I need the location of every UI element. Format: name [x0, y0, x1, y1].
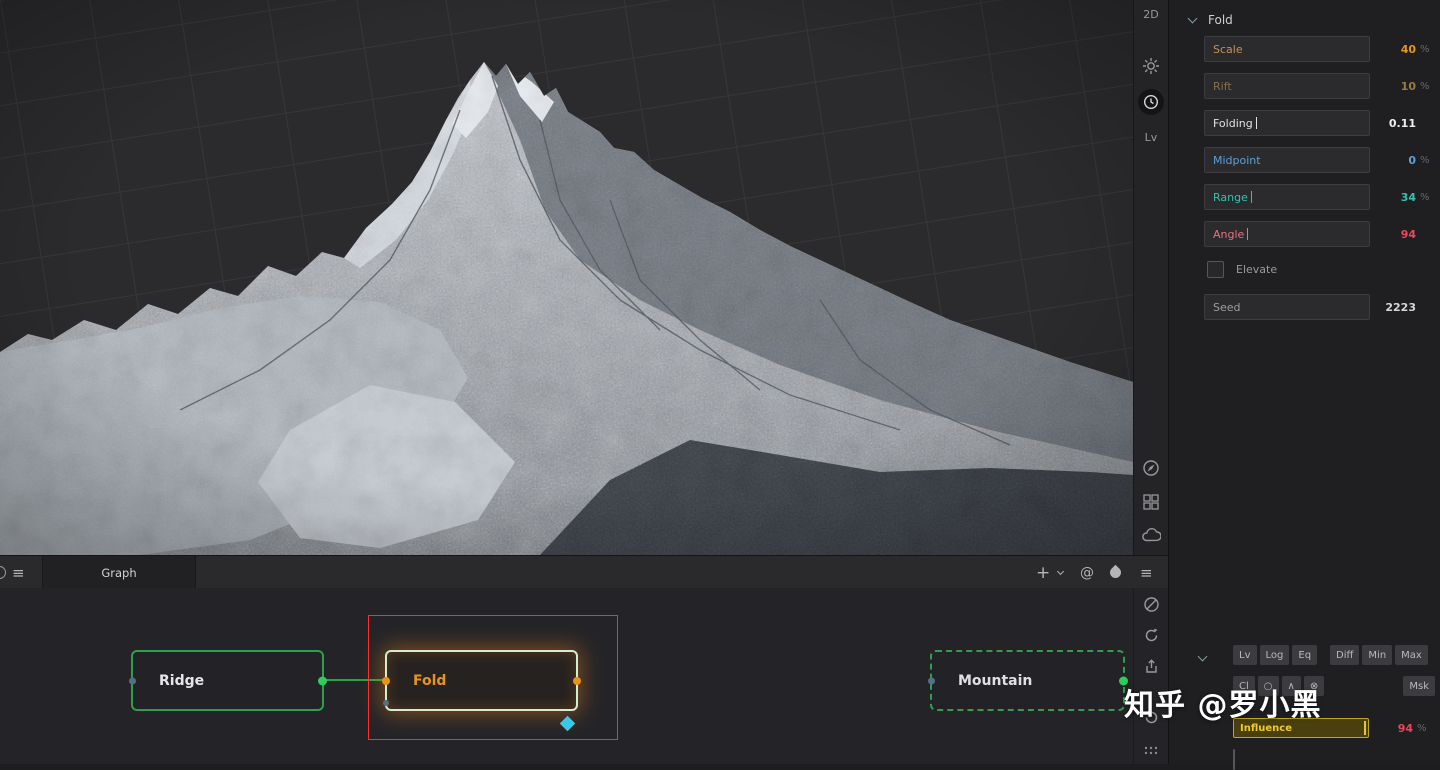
grip-dots-icon[interactable] — [1144, 740, 1158, 759]
grid-layout-icon[interactable] — [1142, 493, 1160, 511]
panel-menu-icon[interactable]: ≡ — [12, 556, 25, 589]
folding-input[interactable]: Folding — [1204, 110, 1370, 136]
ridge-input-port[interactable] — [129, 677, 136, 684]
influence-value[interactable]: 94 — [1369, 722, 1413, 735]
midpoint-value[interactable]: 0 — [1370, 154, 1416, 167]
angle-value[interactable]: 94 — [1370, 228, 1416, 241]
post-option-checkbox[interactable] — [1233, 749, 1235, 770]
node-mountain-label: Mountain — [958, 672, 1033, 689]
field-rift: Rift 10 % — [1204, 73, 1438, 99]
add-node-chevron-icon[interactable] — [1056, 556, 1065, 589]
post-section-chevron-icon[interactable] — [1197, 651, 1208, 662]
flame-icon[interactable] — [1107, 556, 1124, 589]
zhihu-watermark: 知乎 @罗小黑 — [1124, 688, 1322, 723]
elevate-label: Elevate — [1236, 263, 1278, 276]
text-caret — [1250, 191, 1252, 203]
field-seed: Seed 2223 — [1204, 294, 1438, 320]
3d-viewport[interactable] — [0, 0, 1133, 555]
panel-title: Fold — [1208, 13, 1233, 27]
range-value[interactable]: 34 — [1370, 191, 1416, 204]
fold-input-port[interactable] — [382, 676, 390, 685]
angle-input[interactable]: Angle — [1204, 221, 1370, 247]
rift-input[interactable]: Rift — [1204, 73, 1370, 99]
edge-circle-icon[interactable] — [0, 556, 6, 589]
clock-history-icon[interactable] — [1138, 89, 1164, 115]
graph-menu-icon[interactable]: ≡ — [1140, 556, 1153, 589]
post-extra-row — [1233, 749, 1235, 770]
mention-icon[interactable]: @ — [1080, 556, 1094, 589]
ridge-output-port[interactable] — [318, 676, 327, 685]
text-caret — [1255, 117, 1257, 129]
folding-value[interactable]: 0.11 — [1370, 117, 1416, 130]
elevate-checkbox[interactable] — [1207, 261, 1224, 278]
midpoint-unit: % — [1420, 154, 1430, 166]
fold-output-port[interactable] — [573, 676, 581, 685]
node-ridge[interactable]: Ridge — [129, 650, 327, 711]
seed-value[interactable]: 2223 — [1370, 301, 1416, 314]
field-midpoint: Midpoint 0 % — [1204, 147, 1438, 173]
2d-view-button[interactable]: 2D — [1143, 8, 1158, 21]
chevron-down-icon[interactable] — [1187, 13, 1198, 24]
lv-button[interactable]: Lv — [1145, 131, 1158, 144]
text-caret — [1247, 228, 1249, 240]
midpoint-input[interactable]: Midpoint — [1204, 147, 1370, 173]
cloud-icon[interactable] — [1141, 527, 1161, 543]
mountain-input-port[interactable] — [928, 677, 935, 684]
field-angle: Angle 94 — [1204, 221, 1438, 247]
range-input[interactable]: Range — [1204, 184, 1370, 210]
graph-header-bar: ≡ Graph + @ ≡ — [0, 555, 1168, 589]
post-modifier-row: Lv Log Eq Diff Min Max Inv — [1233, 645, 1440, 665]
msk-button[interactable]: Msk — [1403, 676, 1435, 696]
max-button[interactable]: Max — [1395, 645, 1428, 665]
lv-button[interactable]: Lv — [1233, 645, 1257, 665]
node-mountain[interactable]: Mountain — [928, 650, 1128, 711]
node-ridge-label: Ridge — [159, 672, 205, 689]
fold-secondary-port[interactable] — [383, 700, 389, 706]
log-button[interactable]: Log — [1259, 645, 1290, 665]
properties-panel: Fold Scale 40 % Rift 10 % Folding 0.11 M… — [1168, 0, 1440, 770]
slider-handle[interactable] — [1364, 721, 1366, 735]
field-folding: Folding 0.11 — [1204, 110, 1438, 136]
node-fold-label: Fold — [413, 672, 447, 689]
graph-tool-strip — [1133, 588, 1168, 764]
field-elevate: Elevate — [1207, 261, 1277, 278]
influence-unit: % — [1417, 722, 1427, 734]
scale-unit: % — [1420, 43, 1430, 55]
terrain-render — [0, 0, 1133, 555]
compass-icon[interactable] — [1142, 459, 1160, 477]
node-fold[interactable]: Fold — [382, 650, 581, 711]
sun-shading-icon[interactable] — [1142, 57, 1160, 75]
add-node-button[interactable]: + — [1036, 556, 1050, 589]
min-button[interactable]: Min — [1362, 645, 1393, 665]
field-range: Range 34 % — [1204, 184, 1438, 210]
scale-input[interactable]: Scale — [1204, 36, 1370, 62]
rift-unit: % — [1420, 80, 1430, 92]
rift-value[interactable]: 10 — [1370, 80, 1416, 93]
disable-icon[interactable] — [1143, 596, 1160, 617]
diff-button[interactable]: Diff — [1330, 645, 1360, 665]
node-graph-canvas[interactable]: Ridge Fold Mountain — [0, 588, 1133, 764]
scale-value[interactable]: 40 — [1370, 43, 1416, 56]
tab-graph[interactable]: Graph — [42, 556, 196, 589]
export-icon[interactable] — [1143, 658, 1160, 679]
refresh-icon[interactable] — [1143, 627, 1160, 648]
eq-button[interactable]: Eq — [1292, 645, 1318, 665]
seed-input[interactable]: Seed — [1204, 294, 1370, 320]
viewport-tool-strip: 2D Lv — [1133, 0, 1168, 555]
range-unit: % — [1420, 191, 1430, 203]
field-scale: Scale 40 % — [1204, 36, 1438, 62]
